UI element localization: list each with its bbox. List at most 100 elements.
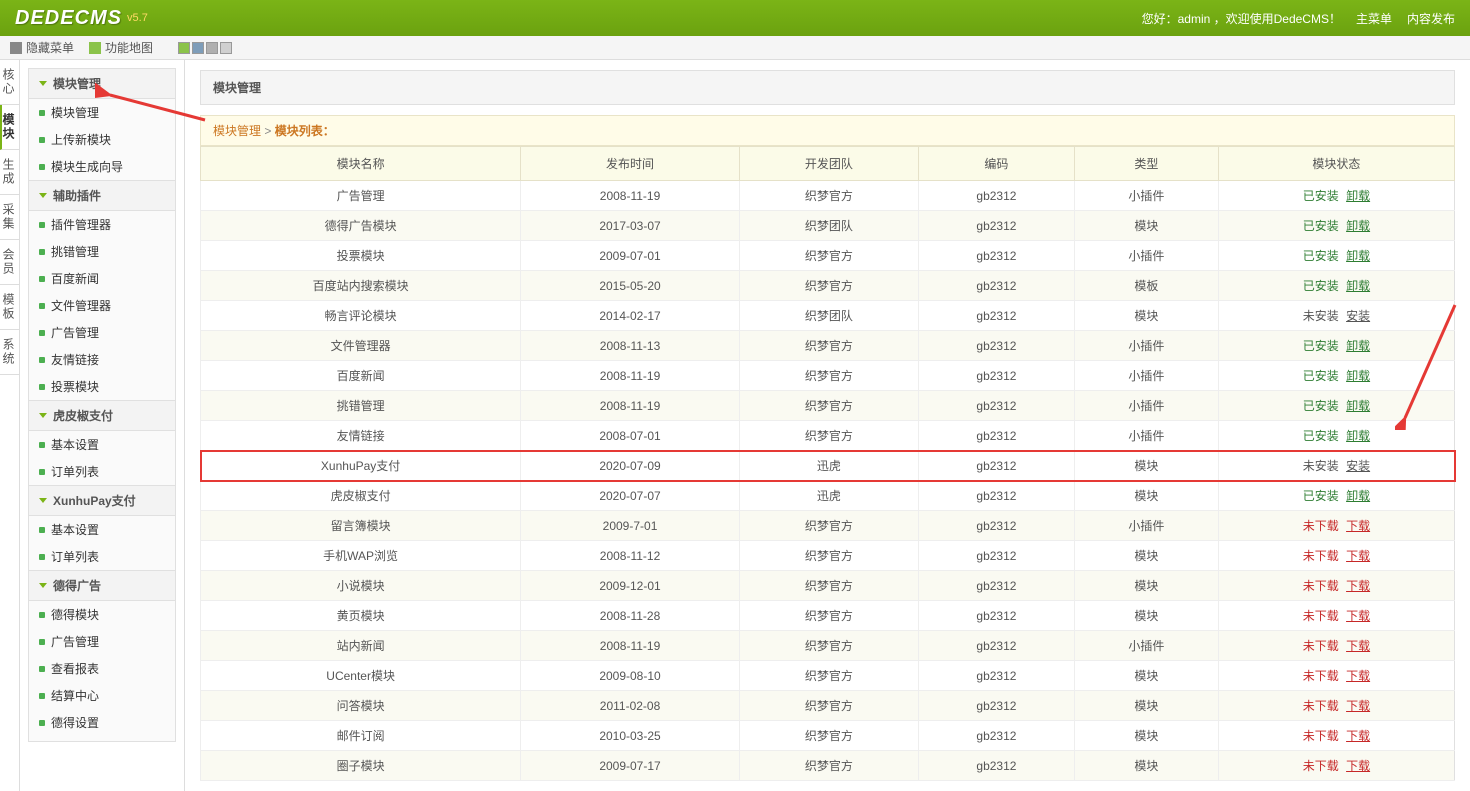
sidebar-group-header-3[interactable]: XunhuPay支付: [29, 485, 175, 516]
sidebar-item-1-6[interactable]: 投票模块: [29, 373, 175, 400]
sidebar-group-header-4[interactable]: 德得广告: [29, 570, 175, 601]
uninstall-link[interactable]: 卸载: [1346, 339, 1370, 353]
cell-date: 2015-05-20: [521, 271, 740, 301]
page-title: 模块管理: [200, 70, 1455, 105]
sidebar-item-3-0[interactable]: 基本设置: [29, 516, 175, 543]
download-link[interactable]: 下载: [1346, 759, 1370, 773]
download-link[interactable]: 下载: [1346, 669, 1370, 683]
cell-type: 小插件: [1074, 181, 1218, 211]
download-link[interactable]: 下载: [1346, 699, 1370, 713]
table-row: 邮件订阅2010-03-25织梦官方gb2312模块未下载 下载: [201, 721, 1455, 751]
cell-enc: gb2312: [919, 301, 1075, 331]
uninstall-link[interactable]: 卸载: [1346, 189, 1370, 203]
sidebar-item-0-0[interactable]: 模块管理: [29, 99, 175, 126]
cell-team: 织梦官方: [739, 691, 918, 721]
theme-swatch-1[interactable]: [192, 42, 204, 54]
uninstall-link[interactable]: 卸载: [1346, 219, 1370, 233]
cell-enc: gb2312: [919, 271, 1075, 301]
sidebar-item-2-0[interactable]: 基本设置: [29, 431, 175, 458]
sidebar-item-3-1[interactable]: 订单列表: [29, 543, 175, 570]
col-header-4: 类型: [1074, 147, 1218, 181]
top-header: DEDECMS v5.7 您好：admin ，欢迎使用DedeCMS！ 主菜单 …: [0, 0, 1470, 36]
vert-tab-4[interactable]: 会员: [0, 240, 19, 285]
site-map-button[interactable]: 功能地图: [89, 39, 153, 56]
uninstall-link[interactable]: 卸载: [1346, 279, 1370, 293]
vert-tab-6[interactable]: 系统: [0, 330, 19, 375]
sidebar-item-4-2[interactable]: 查看报表: [29, 655, 175, 682]
table-row: 圈子模块2009-07-17织梦官方gb2312模块未下载 下载: [201, 751, 1455, 781]
sidebar-item-2-1[interactable]: 订单列表: [29, 458, 175, 485]
sidebar-item-1-4[interactable]: 广告管理: [29, 319, 175, 346]
status-label: 未下载: [1303, 579, 1339, 593]
cell-type: 模块: [1074, 301, 1218, 331]
cell-status: 未下载 下载: [1218, 511, 1454, 541]
uninstall-link[interactable]: 卸载: [1346, 369, 1370, 383]
sidebar-group-header-0[interactable]: 模块管理: [29, 69, 175, 99]
install-link[interactable]: 安装: [1346, 309, 1370, 323]
cell-type: 小插件: [1074, 511, 1218, 541]
sidebar-item-1-3[interactable]: 文件管理器: [29, 292, 175, 319]
cell-status: 未下载 下载: [1218, 751, 1454, 781]
uninstall-link[interactable]: 卸载: [1346, 399, 1370, 413]
download-link[interactable]: 下载: [1346, 639, 1370, 653]
hide-menu-button[interactable]: 隐藏菜单: [10, 39, 74, 56]
install-link[interactable]: 安装: [1346, 459, 1370, 473]
sidebar-item-0-2[interactable]: 模块生成向导: [29, 153, 175, 180]
vert-tab-1[interactable]: 模块: [0, 105, 19, 150]
cell-status: 已安装 卸载: [1218, 271, 1454, 301]
col-header-2: 开发团队: [739, 147, 918, 181]
cell-type: 模块: [1074, 541, 1218, 571]
uninstall-link[interactable]: 卸载: [1346, 489, 1370, 503]
vert-tab-2[interactable]: 生成: [0, 150, 19, 195]
theme-swatch-0[interactable]: [178, 42, 190, 54]
table-row: 挑错管理2008-11-19织梦官方gb2312小插件已安装 卸载: [201, 391, 1455, 421]
hide-menu-icon: [10, 42, 22, 54]
cell-date: 2020-07-09: [521, 451, 740, 481]
status-label: 已安装: [1303, 219, 1339, 233]
cell-type: 模块: [1074, 451, 1218, 481]
table-row: 友情链接2008-07-01织梦官方gb2312小插件已安装 卸载: [201, 421, 1455, 451]
sidebar-item-1-5[interactable]: 友情链接: [29, 346, 175, 373]
sidebar-item-1-0[interactable]: 插件管理器: [29, 211, 175, 238]
sidebar-item-4-4[interactable]: 德得设置: [29, 709, 175, 736]
cell-team: 织梦团队: [739, 301, 918, 331]
cell-date: 2008-11-12: [521, 541, 740, 571]
download-link[interactable]: 下载: [1346, 549, 1370, 563]
download-link[interactable]: 下载: [1346, 609, 1370, 623]
download-link[interactable]: 下载: [1346, 519, 1370, 533]
theme-swatch-2[interactable]: [206, 42, 218, 54]
breadcrumb-root[interactable]: 模块管理: [213, 124, 261, 138]
cell-date: 2008-11-19: [521, 361, 740, 391]
cell-status: 未安装 安装: [1218, 301, 1454, 331]
uninstall-link[interactable]: 卸载: [1346, 249, 1370, 263]
status-label: 已安装: [1303, 429, 1339, 443]
sidebar-item-1-2[interactable]: 百度新闻: [29, 265, 175, 292]
col-header-0: 模块名称: [201, 147, 521, 181]
cell-enc: gb2312: [919, 601, 1075, 631]
vert-tab-0[interactable]: 核心: [0, 60, 19, 105]
sidebar-group-header-2[interactable]: 虎皮椒支付: [29, 400, 175, 431]
cell-name: 挑错管理: [201, 391, 521, 421]
table-row: 手机WAP浏览2008-11-12织梦官方gb2312模块未下载 下载: [201, 541, 1455, 571]
vert-tab-3[interactable]: 采集: [0, 195, 19, 240]
sidebar-item-1-1[interactable]: 挑错管理: [29, 238, 175, 265]
sidebar-item-4-3[interactable]: 结算中心: [29, 682, 175, 709]
cell-type: 小插件: [1074, 391, 1218, 421]
content-publish-link[interactable]: 内容发布: [1407, 10, 1455, 27]
vert-tab-5[interactable]: 模板: [0, 285, 19, 330]
uninstall-link[interactable]: 卸载: [1346, 429, 1370, 443]
sidebar-group-header-1[interactable]: 辅助插件: [29, 180, 175, 211]
cell-enc: gb2312: [919, 481, 1075, 511]
cell-status: 未下载 下载: [1218, 631, 1454, 661]
theme-swatch-3[interactable]: [220, 42, 232, 54]
sidebar-item-4-1[interactable]: 广告管理: [29, 628, 175, 655]
sidebar-item-4-0[interactable]: 德得模块: [29, 601, 175, 628]
cell-type: 模块: [1074, 661, 1218, 691]
download-link[interactable]: 下载: [1346, 579, 1370, 593]
sidebar-item-0-1[interactable]: 上传新模块: [29, 126, 175, 153]
sidebar: 模块管理模块管理上传新模块模块生成向导辅助插件插件管理器挑错管理百度新闻文件管理…: [20, 60, 185, 791]
cell-name: 友情链接: [201, 421, 521, 451]
cell-date: 2008-11-19: [521, 631, 740, 661]
download-link[interactable]: 下载: [1346, 729, 1370, 743]
main-menu-link[interactable]: 主菜单: [1356, 10, 1392, 27]
